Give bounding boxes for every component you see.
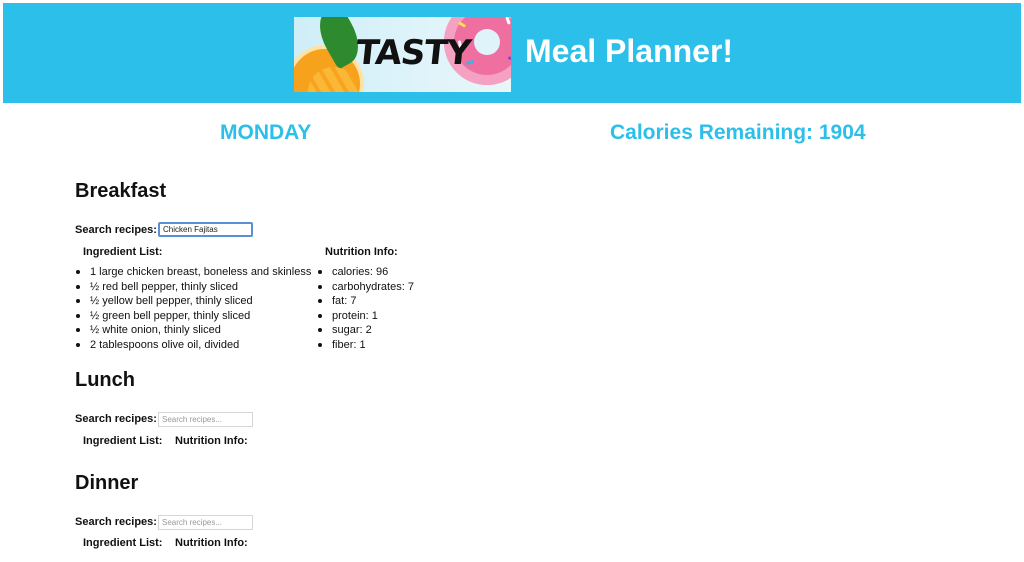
breakfast-nutrition-list: calories: 96 carbohydrates: 7 fat: 7 pro… [317,265,414,352]
ingredient-item: 1 large chicken breast, boneless and ski… [75,265,311,280]
nutrition-item: fat: 7 [317,294,414,309]
sprinkle [507,56,511,61]
dinner-heading: Dinner [75,472,139,494]
lunch-heading: Lunch [75,369,135,391]
breakfast-heading: Breakfast [75,180,167,202]
lunch-search-input[interactable] [158,412,253,427]
calories-remaining: Calories Remaining: 1904 [610,121,866,144]
ingredient-item: ½ yellow bell pepper, thinly sliced [75,294,311,309]
tasty-banner-image: TASTY [294,17,511,92]
page-title: Meal Planner! [525,33,734,69]
ingredient-item: 2 tablespoons olive oil, divided [75,338,311,353]
lunch-search-label: Search recipes: [75,413,157,425]
dinner-search-label: Search recipes: [75,516,157,528]
nutrition-item: protein: 1 [317,309,414,324]
ingredient-item: ½ green bell pepper, thinly sliced [75,309,311,324]
breakfast-search-label: Search recipes: [75,224,157,236]
dinner-nutrition-info-label: Nutrition Info: [175,537,248,549]
breakfast-ingredient-list-label: Ingredient List: [83,246,163,258]
nutrition-item: calories: 96 [317,265,414,280]
nutrition-item: fiber: 1 [317,338,414,353]
day-heading: MONDAY [220,121,312,144]
dinner-ingredient-list-label: Ingredient List: [83,537,163,549]
breakfast-search-input[interactable] [158,222,253,237]
header-bar: TASTY Meal Planner! [3,3,1021,103]
lunch-ingredient-list-label: Ingredient List: [83,435,163,447]
ingredient-item: ½ white onion, thinly sliced [75,323,311,338]
nutrition-item: carbohydrates: 7 [317,280,414,295]
donut-hole [474,29,500,55]
lunch-nutrition-info-label: Nutrition Info: [175,435,248,447]
sprinkle [457,21,467,28]
nutrition-item: sugar: 2 [317,323,414,338]
dinner-search-input[interactable] [158,515,253,530]
sprinkle [505,17,511,25]
ingredient-item: ½ red bell pepper, thinly sliced [75,280,311,295]
tasty-logo: TASTY [353,33,473,73]
breakfast-ingredient-list: 1 large chicken breast, boneless and ski… [75,265,311,352]
breakfast-nutrition-info-label: Nutrition Info: [325,246,398,258]
